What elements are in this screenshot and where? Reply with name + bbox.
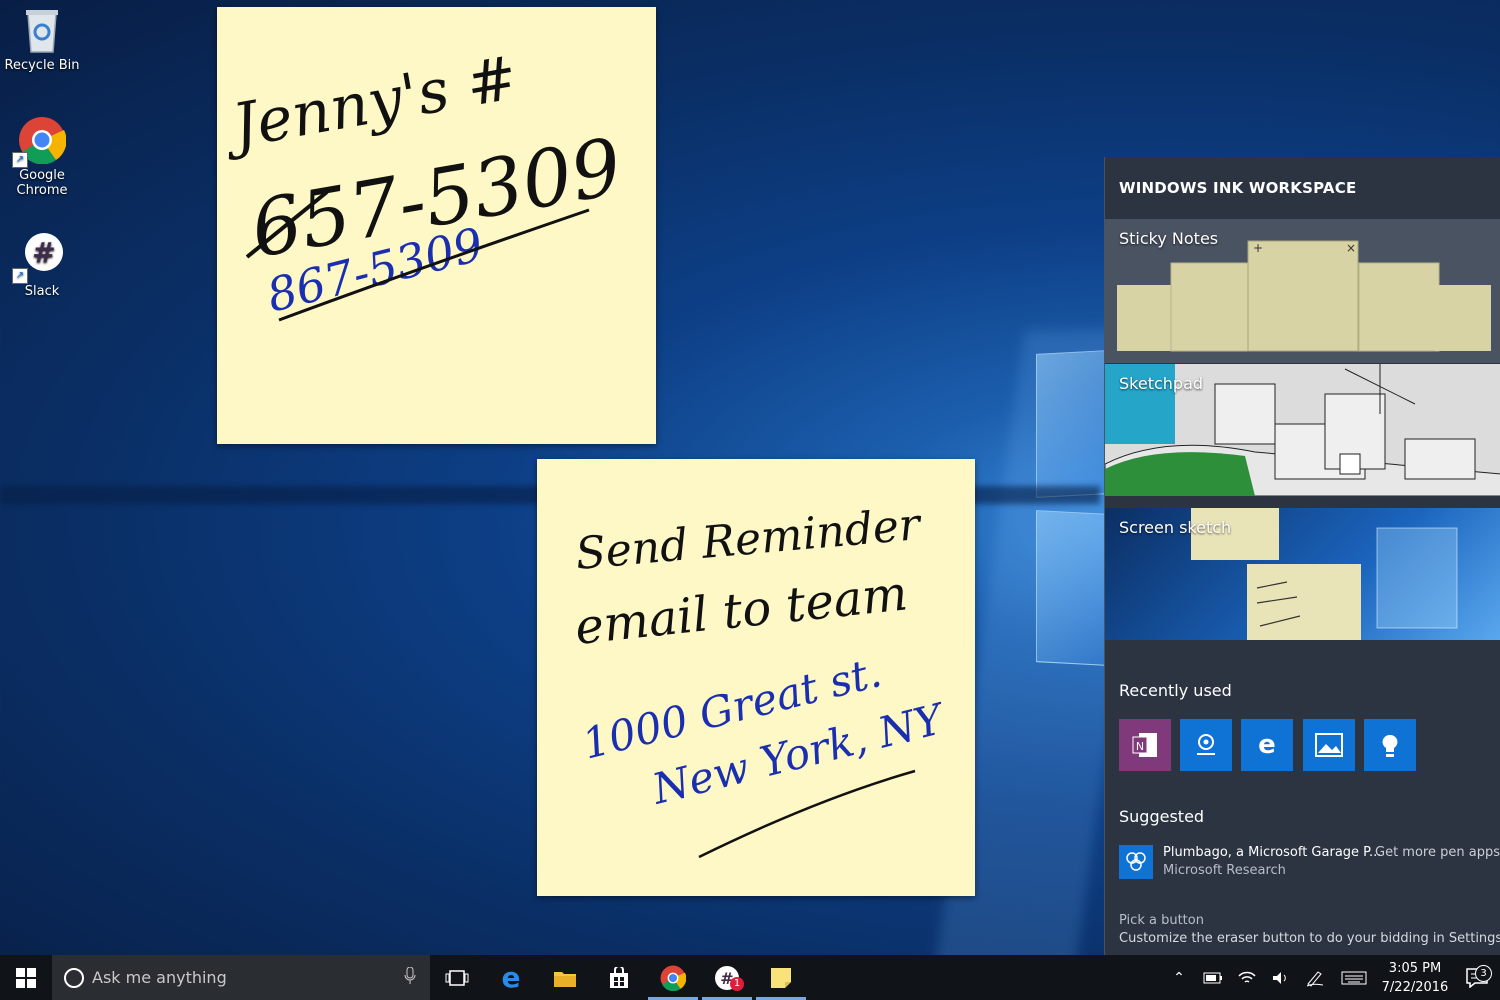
recently-used-title: Recently used: [1119, 681, 1232, 700]
suggested-app-name: Plumbago, a Microsoft Garage P...: [1163, 845, 1382, 860]
task-view-button[interactable]: [430, 955, 484, 1000]
desktop-icon-google-chrome[interactable]: ↗ Google Chrome: [0, 116, 84, 198]
windows-icon: [16, 967, 36, 988]
battery-icon[interactable]: [1196, 972, 1230, 984]
svg-text:#: #: [32, 236, 55, 269]
svg-text:N: N: [1136, 740, 1144, 753]
suggested-title: Suggested: [1119, 807, 1205, 826]
touch-keyboard-icon[interactable]: [1332, 971, 1376, 985]
sticky-notes-preview: + ×: [1117, 240, 1491, 352]
plumbago-icon: [1119, 845, 1153, 879]
suggested-app-publisher: Microsoft Research: [1163, 863, 1286, 878]
taskbar-edge[interactable]: e: [484, 955, 538, 1000]
tip-settings-link[interactable]: Customize the eraser button to do your b…: [1119, 931, 1500, 946]
taskbar: Ask me anything e # 1 ⌃ 3:05 PM 7/22/201…: [0, 955, 1500, 1000]
get-more-pen-apps-link[interactable]: Get more pen apps: [1375, 845, 1500, 860]
taskbar-store[interactable]: [592, 955, 646, 1000]
desktop-icon-slack[interactable]: # ↗ Slack: [0, 232, 84, 299]
sticky-note-reminder[interactable]: Send Reminder email to team 1000 Great s…: [537, 459, 975, 896]
sticky-notes-icon: [771, 967, 791, 988]
start-button[interactable]: [0, 955, 52, 1000]
search-placeholder: Ask me anything: [92, 968, 227, 987]
note-ink-canvas: Send Reminder email to team 1000 Great s…: [572, 499, 952, 859]
suggested-app-plumbago[interactable]: Plumbago, a Microsoft Garage P... Micros…: [1119, 843, 1381, 881]
slack-notification-badge: 1: [730, 977, 744, 991]
taskbar-sticky-notes[interactable]: [754, 955, 808, 1000]
windows-ink-workspace-panel: WINDOWS INK WORKSPACE Sticky Notes + × S…: [1104, 157, 1500, 955]
photos-icon[interactable]: [1303, 719, 1355, 771]
cortana-search-box[interactable]: Ask me anything: [52, 955, 430, 1000]
tile-label: Screen sketch: [1119, 518, 1232, 537]
tile-label: Sketchpad: [1119, 374, 1204, 393]
cortana-icon: [64, 967, 84, 988]
system-tray: ⌃ 3:05 PM 7/22/2016 3: [1162, 955, 1500, 1000]
notification-count-badge: 3: [1475, 964, 1492, 982]
edge-icon: e: [501, 961, 521, 994]
edge-icon[interactable]: e: [1241, 719, 1293, 771]
svg-text:+: +: [1253, 241, 1263, 255]
windows-logo-pane-bottom: [1036, 510, 1108, 666]
clock-time: 3:05 PM: [1388, 960, 1442, 976]
svg-text:×: ×: [1346, 241, 1356, 255]
chevron-up-icon[interactable]: ⌃: [1162, 970, 1196, 986]
panel-title: WINDOWS INK WORKSPACE: [1119, 179, 1357, 197]
desktop-icon-recycle-bin[interactable]: Recycle Bin: [0, 6, 84, 73]
tips-icon[interactable]: [1364, 719, 1416, 771]
sticky-note-phone[interactable]: Jenny's # 657-5309 867-5309: [217, 7, 656, 444]
taskbar-slack[interactable]: # 1: [700, 955, 754, 1000]
tile-sticky-notes[interactable]: Sticky Notes + ×: [1105, 219, 1500, 363]
maps-icon[interactable]: [1180, 719, 1232, 771]
volume-icon[interactable]: [1264, 971, 1298, 985]
tile-screen-sketch[interactable]: Screen sketch: [1105, 508, 1500, 640]
windows-logo-pane-top: [1036, 350, 1108, 498]
note-line: email to team: [572, 565, 910, 656]
taskbar-chrome[interactable]: [646, 955, 700, 1000]
windows-ink-pen-icon[interactable]: [1298, 969, 1332, 987]
slack-icon: # ↗: [12, 232, 66, 284]
task-view-icon: [445, 969, 469, 986]
onenote-icon[interactable]: N: [1119, 719, 1171, 771]
taskbar-file-explorer[interactable]: [538, 955, 592, 1000]
note-ink-canvas: Jenny's # 657-5309 867-5309: [217, 43, 628, 323]
shortcut-arrow-icon: ↗: [12, 268, 28, 284]
shortcut-arrow-icon: ↗: [12, 152, 28, 168]
store-icon: [610, 966, 628, 988]
microphone-icon[interactable]: [404, 966, 416, 989]
folder-icon: [554, 971, 576, 987]
tip-title: Pick a button: [1119, 913, 1204, 928]
tile-sketchpad[interactable]: Sketchpad: [1105, 364, 1500, 496]
wifi-icon[interactable]: [1230, 971, 1264, 985]
action-center-button[interactable]: 3: [1454, 964, 1500, 988]
recycle-bin-icon: [18, 6, 66, 54]
chrome-icon: [660, 965, 686, 991]
clock[interactable]: 3:05 PM 7/22/2016: [1376, 959, 1454, 997]
chrome-icon: ↗: [12, 116, 67, 168]
clock-date: 7/22/2016: [1381, 979, 1449, 995]
